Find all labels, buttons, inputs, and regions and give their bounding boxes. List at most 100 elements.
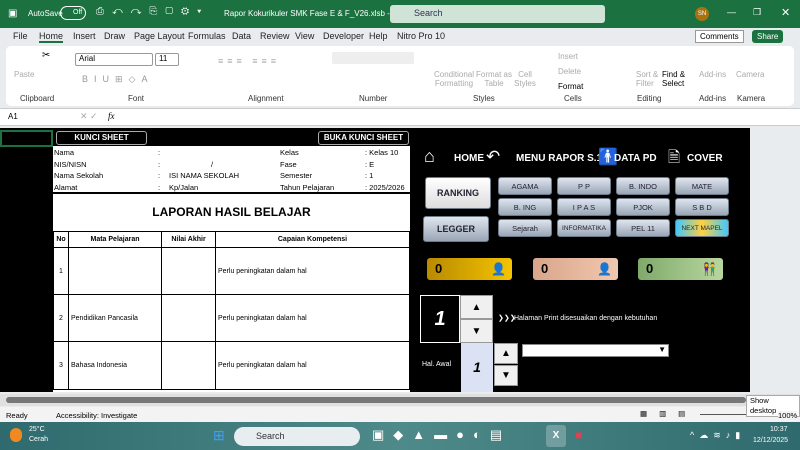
camera-button[interactable]: Camera — [736, 70, 764, 79]
row-score[interactable] — [161, 294, 216, 342]
paste-button[interactable]: Paste — [14, 70, 34, 79]
taskbar-app-icons[interactable]: ▣◆▲▬●◐▤ — [372, 427, 511, 443]
view-buttons[interactable]: ▦▥▤ — [640, 409, 697, 418]
hal-down-button[interactable]: ▼ — [494, 365, 518, 386]
zoom-level[interactable]: 100% — [778, 411, 798, 420]
excel-taskbar-icon[interactable]: X — [546, 425, 566, 447]
clock-date[interactable]: 12/12/2025 — [753, 437, 788, 444]
autosave-toggle[interactable]: Off — [60, 6, 86, 20]
row-capaian[interactable]: Perlu peningkatan dalam hal — [215, 294, 410, 342]
tab-file[interactable]: File — [13, 31, 28, 41]
menu-rapor-link[interactable]: MENU RAPOR S.1 — [516, 153, 602, 164]
minimize-icon[interactable]: — — [727, 7, 736, 17]
subject-button[interactable]: Sejarah — [498, 219, 552, 237]
close-icon[interactable]: ✕ — [781, 6, 790, 19]
row-score[interactable] — [161, 247, 216, 295]
page-up-button[interactable]: ▲ — [460, 295, 493, 319]
cell-styles-button[interactable]: Cell Styles — [512, 70, 538, 88]
fx-icon[interactable]: fx — [108, 111, 115, 121]
chevron-down-icon[interactable]: ▼ — [658, 345, 666, 354]
search-box[interactable]: Search — [390, 5, 605, 23]
font-size-select[interactable]: 11 — [155, 53, 179, 66]
windows-start-icon[interactable]: ⊞ — [213, 427, 225, 444]
find-select-button[interactable]: Find & Select — [662, 70, 692, 88]
zoom-slider[interactable] — [700, 414, 750, 415]
legger-button[interactable]: LEGGER — [423, 216, 489, 242]
tab-formulas[interactable]: Formulas — [188, 31, 226, 41]
tab-developer[interactable]: Developer — [323, 31, 364, 41]
accessibility-status[interactable]: Accessibility: Investigate — [56, 411, 137, 420]
subject-button[interactable]: AGAMA — [498, 177, 552, 195]
print-dropdown[interactable]: ▼ — [522, 344, 669, 357]
info-value[interactable]: ISI NAMA SEKOLAH — [169, 171, 239, 180]
name-box[interactable]: A1 — [8, 112, 18, 121]
subject-button[interactable]: P P — [557, 177, 611, 195]
selected-cell-a1[interactable] — [0, 130, 53, 147]
buka-kunci-sheet-button[interactable]: BUKA KUNCI SHEET — [318, 131, 409, 145]
subject-button[interactable]: B. ING — [498, 198, 552, 216]
hal-up-button[interactable]: ▲ — [494, 343, 518, 364]
font-name-select[interactable]: Arial — [75, 53, 153, 66]
comments-button[interactable]: Comments — [695, 30, 744, 43]
kunci-sheet-button[interactable]: KUNCI SHEET — [56, 131, 147, 145]
avatar[interactable]: SN — [695, 7, 709, 21]
taskbar-search[interactable]: Search — [234, 427, 360, 446]
format-cells-button[interactable]: Format — [558, 82, 583, 91]
alignment-buttons[interactable]: ≡≡≡ ≡≡≡ — [218, 56, 280, 66]
home-icon[interactable]: ⌂ — [424, 146, 435, 167]
info-value[interactable]: : E — [365, 160, 374, 169]
subject-button[interactable]: NEXT MAPEL — [675, 219, 729, 237]
cut-icon[interactable]: ✂ — [42, 50, 50, 61]
cancel-confirm-icons[interactable]: ✕ ✓ — [80, 111, 98, 122]
row-subject[interactable]: Pendidikan Pancasila — [68, 294, 162, 342]
scrollbar-thumb[interactable] — [6, 397, 746, 403]
restore-icon[interactable]: ❐ — [753, 7, 761, 18]
tab-draw[interactable]: Draw — [104, 31, 125, 41]
horizontal-scrollbar[interactable] — [0, 394, 800, 406]
subject-button[interactable]: INFORMATIKA — [557, 219, 611, 237]
ranking-button[interactable]: RANKING — [425, 177, 491, 209]
tab-data[interactable]: Data — [232, 31, 251, 41]
hal-awal-value[interactable]: 1 — [461, 343, 493, 392]
add-ins-button[interactable]: Add-ins — [699, 70, 726, 79]
delete-cells-button[interactable]: Delete — [558, 67, 581, 76]
tab-review[interactable]: Review — [260, 31, 290, 41]
row-score[interactable] — [161, 341, 216, 390]
subject-button[interactable]: I P A S — [557, 198, 611, 216]
clock-time[interactable]: 10:37 — [770, 426, 788, 433]
number-format-select[interactable] — [332, 52, 414, 64]
home-link[interactable]: HOME — [454, 153, 484, 164]
formula-input[interactable] — [124, 110, 794, 124]
info-value[interactable]: / — [211, 160, 213, 169]
weather-desc[interactable]: Cerah — [29, 436, 48, 443]
format-as-table-button[interactable]: Format as Table — [476, 70, 512, 88]
document-icon[interactable]: 🗎 — [668, 147, 680, 172]
tab-page-layout[interactable]: Page Layout — [134, 31, 185, 41]
row-capaian[interactable]: Perlu peningkatan dalam hal — [215, 247, 410, 295]
tab-nitro[interactable]: Nitro Pro 10 — [397, 31, 445, 41]
row-subject[interactable]: Bahasa Indonesia — [68, 341, 162, 390]
tab-home[interactable]: Home — [39, 31, 64, 43]
weather-temp[interactable]: 25°C — [29, 426, 45, 433]
cover-link[interactable]: COVER — [687, 153, 723, 164]
subject-button[interactable]: MATE — [675, 177, 729, 195]
font-format-buttons[interactable]: BIU⊞◇A — [82, 74, 153, 85]
system-tray-icons[interactable]: ^☁≋♪▮ — [690, 430, 745, 441]
tab-help[interactable]: Help — [369, 31, 388, 41]
quick-access-icons[interactable]: ⎙↶↷⎘▢⚙▾ — [96, 6, 209, 17]
row-subject[interactable] — [68, 247, 162, 295]
back-arrow-icon[interactable]: ↶ — [486, 147, 500, 167]
tab-insert[interactable]: Insert — [73, 31, 96, 41]
share-button[interactable]: Share — [752, 30, 784, 43]
conditional-formatting-button[interactable]: Conditional Formatting — [432, 70, 476, 88]
row-capaian[interactable]: Perlu peningkatan dalam hal — [215, 341, 410, 390]
data-pd-link[interactable]: DATA PD — [614, 153, 657, 164]
subject-button[interactable]: PEL 11 — [616, 219, 670, 237]
info-value[interactable]: : 2025/2026 — [365, 183, 405, 192]
subject-button[interactable]: B. INDO — [616, 177, 670, 195]
info-value[interactable]: : 1 — [365, 171, 373, 180]
powerpoint-taskbar-icon[interactable]: ■ — [575, 428, 582, 442]
page-down-button[interactable]: ▼ — [460, 319, 493, 343]
subject-button[interactable]: PJOK — [616, 198, 670, 216]
info-value[interactable]: Kp/Jalan — [169, 183, 198, 192]
